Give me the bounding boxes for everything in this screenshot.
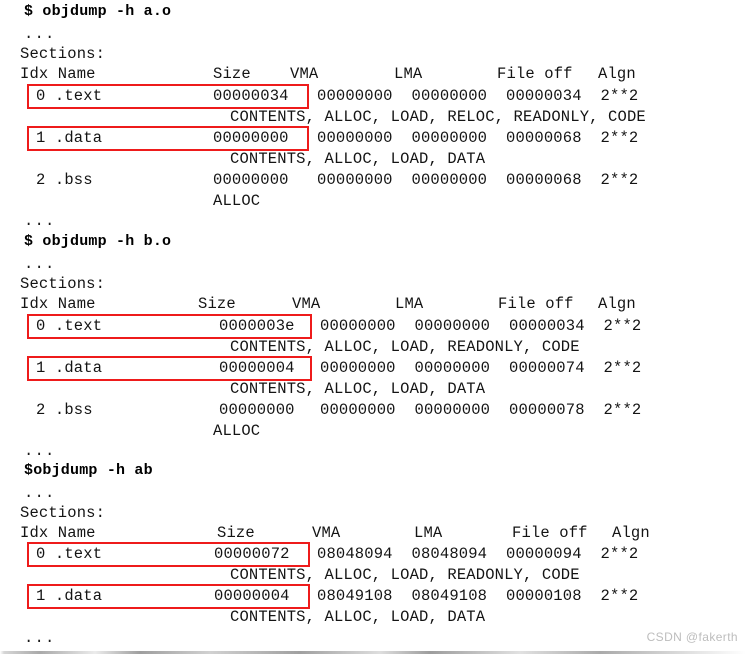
row-idx-name-ab-text: 0 .text xyxy=(36,545,103,563)
sections-label-a-o: Sections: xyxy=(20,45,106,63)
header-lma-b-o: LMA xyxy=(395,295,424,313)
watermark: CSDN @fakerth xyxy=(646,630,738,644)
header-vma-a-o: VMA xyxy=(290,65,319,83)
row-idx-name-b-o-bss: 2 .bss xyxy=(36,401,93,419)
row-addresses-b-o-bss: 00000000 00000000 00000078 2**2 xyxy=(320,401,642,419)
ellipsis-before-sections-b-o: ... xyxy=(24,255,56,273)
header-lma-ab: LMA xyxy=(414,524,443,542)
row-size-a-o-bss: 00000000 xyxy=(213,171,289,189)
header-idx-name-ab: Idx Name xyxy=(20,524,96,542)
row-addresses-b-o-text: 00000000 00000000 00000034 2**2 xyxy=(320,317,642,335)
row-size-b-o-data: 00000004 xyxy=(219,359,295,377)
header-idx-name-a-o: Idx Name xyxy=(20,65,96,83)
header-size-ab: Size xyxy=(217,524,255,542)
header-algn-b-o: Algn xyxy=(598,295,636,313)
row-flags-a-o-bss: ALLOC xyxy=(213,192,261,210)
sections-label-ab: Sections: xyxy=(20,504,106,522)
row-addresses-a-o-bss: 00000000 00000000 00000068 2**2 xyxy=(317,171,639,189)
row-idx-name-a-o-bss: 2 .bss xyxy=(36,171,93,189)
header-vma-ab: VMA xyxy=(312,524,341,542)
row-size-ab-text: 00000072 xyxy=(214,545,290,563)
shell-command-ab: $objdump -h ab xyxy=(24,462,153,479)
shell-command-b-o: $ objdump -h b.o xyxy=(24,233,172,250)
ellipsis-after-sections-a-o: ... xyxy=(24,212,56,230)
document-page: $ objdump -h a.o ... Sections: Idx Name … xyxy=(0,0,746,654)
row-flags-b-o-bss: ALLOC xyxy=(213,422,261,440)
row-flags-ab-data: CONTENTS, ALLOC, LOAD, DATA xyxy=(230,608,486,626)
sections-label-b-o: Sections: xyxy=(20,275,106,293)
row-addresses-ab-data: 08049108 08049108 00000108 2**2 xyxy=(317,587,639,605)
row-flags-b-o-data: CONTENTS, ALLOC, LOAD, DATA xyxy=(230,380,486,398)
ellipsis-before-sections-ab: ... xyxy=(24,484,56,502)
row-size-a-o-data: 00000000 xyxy=(213,129,289,147)
row-idx-name-a-o-data: 1 .data xyxy=(36,129,103,147)
ellipsis-after-sections-ab: ... xyxy=(24,629,56,647)
header-file-off-b-o: File off xyxy=(498,295,574,313)
header-size-a-o: Size xyxy=(213,65,251,83)
header-file-off-ab: File off xyxy=(512,524,588,542)
row-addresses-b-o-data: 00000000 00000000 00000074 2**2 xyxy=(320,359,642,377)
row-flags-ab-text: CONTENTS, ALLOC, LOAD, READONLY, CODE xyxy=(230,566,580,584)
row-addresses-a-o-data: 00000000 00000000 00000068 2**2 xyxy=(317,129,639,147)
ellipsis-after-sections-b-o: ... xyxy=(24,442,56,460)
row-size-b-o-text: 0000003e xyxy=(219,317,295,335)
row-idx-name-b-o-text: 0 .text xyxy=(36,317,103,335)
header-file-off-a-o: File off xyxy=(497,65,573,83)
row-flags-a-o-data: CONTENTS, ALLOC, LOAD, DATA xyxy=(230,150,486,168)
row-addresses-a-o-text: 00000000 00000000 00000034 2**2 xyxy=(317,87,639,105)
row-idx-name-ab-data: 1 .data xyxy=(36,587,103,605)
row-addresses-ab-text: 08048094 08048094 00000094 2**2 xyxy=(317,545,639,563)
row-flags-b-o-text: CONTENTS, ALLOC, LOAD, READONLY, CODE xyxy=(230,338,580,356)
header-algn-ab: Algn xyxy=(612,524,650,542)
header-size-b-o: Size xyxy=(198,295,236,313)
header-idx-name-b-o: Idx Name xyxy=(20,295,96,313)
header-algn-a-o: Algn xyxy=(598,65,636,83)
row-size-ab-data: 00000004 xyxy=(214,587,290,605)
row-idx-name-a-o-text: 0 .text xyxy=(36,87,103,105)
row-idx-name-b-o-data: 1 .data xyxy=(36,359,103,377)
shell-command-a-o: $ objdump -h a.o xyxy=(24,3,172,20)
row-flags-a-o-text: CONTENTS, ALLOC, LOAD, RELOC, READONLY, … xyxy=(230,108,646,126)
row-size-b-o-bss: 00000000 xyxy=(219,401,295,419)
header-lma-a-o: LMA xyxy=(394,65,423,83)
ellipsis-before-sections-a-o: ... xyxy=(24,25,56,43)
row-size-a-o-text: 00000034 xyxy=(213,87,289,105)
header-vma-b-o: VMA xyxy=(292,295,321,313)
